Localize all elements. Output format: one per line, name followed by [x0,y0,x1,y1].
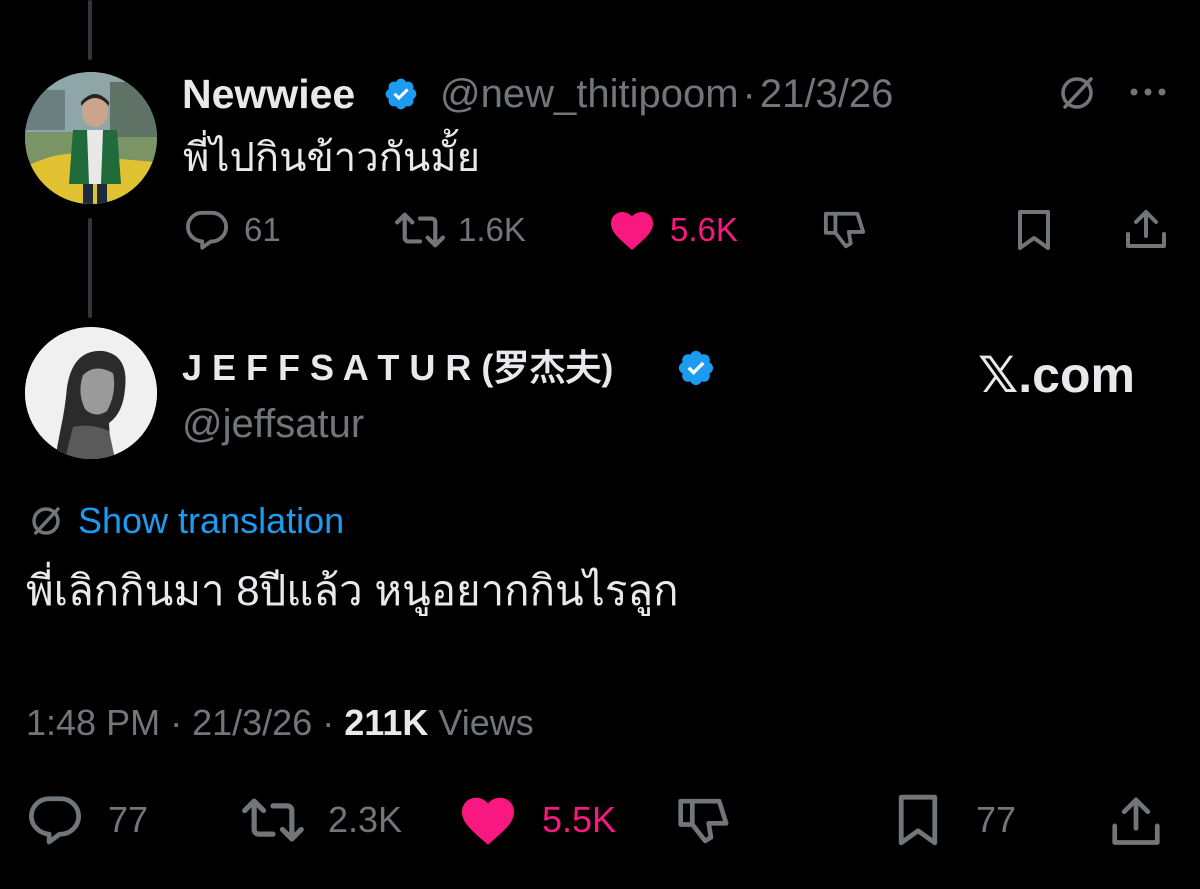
meta-separator: · [742,72,756,116]
main-bookmark-count: 77 [976,799,1017,840]
like-icon [458,794,518,846]
main-like-count: 5.5K [542,799,617,840]
translate-icon[interactable] [1056,72,1098,114]
x-com-logo: 𝕏.com [978,347,1135,403]
parent-handle[interactable]: @new_thitipoom [440,72,739,116]
views-count[interactable]: 211K [344,702,428,743]
main-bookmark-button[interactable]: 77 [894,792,1016,848]
parent-repost-count: 1.6K [458,211,526,248]
parent-repost-button[interactable]: 1.6K [392,208,526,252]
parent-reply-button[interactable]: 61 [184,208,281,252]
main-repost-button[interactable]: 2.3K [240,794,402,846]
avatar-newwiee[interactable] [25,72,157,204]
main-tweet-text: พี่เลิกกินมา 8ปีแล้ว หนูอยากกินไรลูก [26,567,679,614]
main-reply-button[interactable]: 77 [26,794,148,846]
meta-separator: · [322,702,335,743]
like-icon [608,209,656,251]
parent-share-icon[interactable] [1124,206,1168,252]
main-handle[interactable]: @jeffsatur [182,400,364,448]
parent-like-button[interactable]: 5.6K [608,208,738,252]
verified-badge-icon [676,348,716,388]
translate-icon [28,503,64,539]
reply-icon [26,794,84,846]
main-dislike-icon[interactable] [676,794,732,848]
tweet-meta-line: 1:48 PM · 21/3/26 · 211K Views [26,700,534,746]
main-display-name[interactable]: J E F F S A T U R (罗杰夫) [182,346,613,390]
parent-display-name[interactable]: Newwiee [182,70,355,118]
verified-badge-icon [383,76,419,112]
repost-icon [392,209,448,251]
main-like-button[interactable]: 5.5K [458,794,616,846]
meta-separator: · [170,702,183,743]
bookmark-icon [894,792,942,848]
avatar-newwiee-image [25,72,157,204]
reply-icon [184,209,230,251]
parent-reply-count: 61 [244,211,281,248]
parent-tweet-text: พี่ไปกินข้าวกันมั้ย [183,136,481,180]
views-label: Views [438,702,534,743]
avatar-jeffsatur[interactable] [25,327,157,459]
tweet-time[interactable]: 1:48 PM [26,702,160,743]
more-icon[interactable] [1128,86,1168,98]
thread-line-bottom [88,218,92,318]
main-share-icon[interactable] [1110,792,1162,848]
tweet-date[interactable]: 21/3/26 [192,702,312,743]
main-repost-count: 2.3K [328,799,403,840]
parent-meta: @new_thitipoom · 21/3/26 [440,70,893,118]
avatar-jeffsatur-image [25,327,157,459]
thread-line-top [88,0,92,60]
repost-icon [240,794,306,846]
main-reply-count: 77 [108,799,149,840]
parent-like-count: 5.6K [670,211,738,248]
parent-date[interactable]: 21/3/26 [760,72,893,116]
parent-dislike-icon[interactable] [822,208,868,252]
parent-bookmark-icon[interactable] [1014,208,1054,252]
show-translation-link[interactable]: Show translation [78,498,344,544]
